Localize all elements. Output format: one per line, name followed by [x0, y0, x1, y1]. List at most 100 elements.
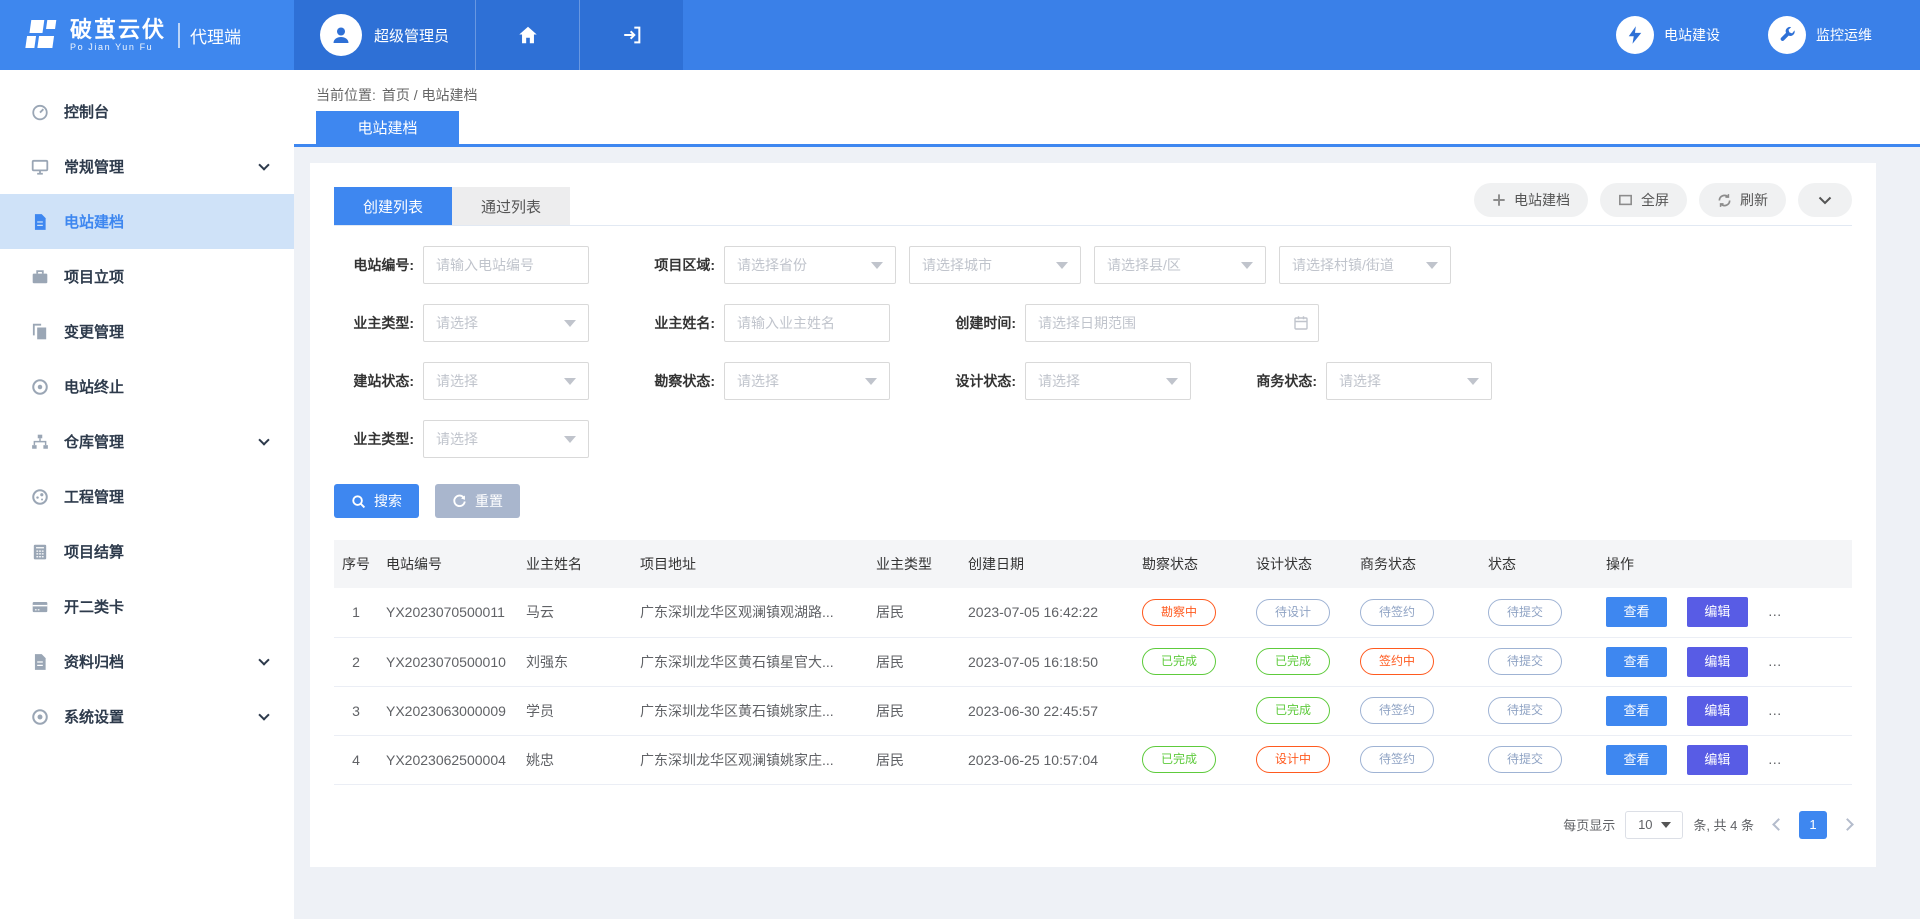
- sidebar: 控制台 常规管理 电站建档: [0, 70, 294, 919]
- status-badge: 待提交: [1488, 697, 1562, 724]
- design-status-label: 设计状态:: [936, 371, 1016, 391]
- view-button[interactable]: 查看: [1606, 745, 1667, 775]
- logout-icon: [621, 24, 643, 46]
- panel-head: 创建列表 通过列表 电站建档 全屏: [334, 183, 1852, 226]
- void-button[interactable]: 作废: [1768, 597, 1829, 627]
- refresh-icon: [1717, 193, 1732, 208]
- sidebar-item-project-initiation[interactable]: 项目立项: [0, 249, 294, 304]
- stop-circle-icon: [30, 377, 50, 397]
- quick-link-operations[interactable]: 监控运维: [1768, 16, 1872, 54]
- sidebar-item-general-management[interactable]: 常规管理: [0, 139, 294, 194]
- view-button[interactable]: 查看: [1606, 696, 1667, 726]
- next-page-button[interactable]: [1841, 818, 1854, 831]
- search-button[interactable]: 搜索: [334, 484, 419, 518]
- user-menu[interactable]: 超级管理员: [294, 0, 475, 70]
- build-status-select[interactable]: 请选择: [423, 362, 589, 400]
- view-button[interactable]: 查看: [1606, 647, 1667, 677]
- collapse-button[interactable]: [1798, 183, 1852, 217]
- city-select[interactable]: 请选择城市: [909, 246, 1081, 284]
- logout-button[interactable]: [579, 0, 683, 70]
- wrench-icon: [1768, 16, 1806, 54]
- page-number-button[interactable]: 1: [1799, 811, 1827, 839]
- chevron-down-icon: [1818, 196, 1832, 205]
- brand-text: 破茧云伏 Po Jian Yun Fu: [70, 18, 166, 52]
- edit-button[interactable]: 编辑: [1687, 597, 1748, 627]
- copy-icon: [30, 322, 50, 342]
- app-header: 破茧云伏 Po Jian Yun Fu 代理端 超级管理员: [0, 0, 1920, 70]
- refresh-button[interactable]: 刷新: [1699, 183, 1786, 217]
- edit-button[interactable]: 编辑: [1687, 696, 1748, 726]
- home-button[interactable]: [475, 0, 579, 70]
- sidebar-item-system-settings[interactable]: 系统设置: [0, 689, 294, 744]
- town-select[interactable]: 请选择村镇/街道: [1279, 246, 1451, 284]
- province-select[interactable]: 请选择省份: [724, 246, 896, 284]
- sidebar-item-station-termination[interactable]: 电站终止: [0, 359, 294, 414]
- sidebar-item-change-management[interactable]: 变更管理: [0, 304, 294, 359]
- station-code-input[interactable]: [423, 246, 589, 284]
- caret-down-icon: [1467, 378, 1479, 385]
- sidebar-item-console[interactable]: 控制台: [0, 84, 294, 139]
- document-icon: [30, 212, 50, 232]
- quick-link-construction[interactable]: 电站建设: [1616, 16, 1720, 54]
- status-badge: 待设计: [1256, 599, 1330, 626]
- breadcrumb-path: 首页 / 电站建档: [382, 85, 478, 105]
- table-row: 2 YX2023070500010 刘强东 广东深圳龙华区黄石镇星官大... 居…: [334, 637, 1852, 686]
- owner-name-input[interactable]: [724, 304, 890, 342]
- business-status-select[interactable]: 请选择: [1326, 362, 1492, 400]
- sidebar-item-open-class2-card[interactable]: 开二类卡: [0, 579, 294, 634]
- survey-status-label: 勘察状态:: [635, 371, 715, 391]
- user-name: 超级管理员: [374, 25, 449, 46]
- status-badge: 待签约: [1360, 697, 1434, 724]
- status-badge: 已完成: [1142, 746, 1216, 773]
- home-icon: [517, 24, 539, 46]
- caret-down-icon: [865, 378, 877, 385]
- edit-button[interactable]: 编辑: [1687, 745, 1748, 775]
- pagination: 每页显示 10 条, 共 4 条 1: [334, 811, 1852, 839]
- user-avatar[interactable]: [320, 14, 362, 56]
- prev-page-button[interactable]: [1772, 818, 1785, 831]
- void-button[interactable]: 作废: [1768, 647, 1829, 677]
- search-icon: [351, 494, 366, 509]
- survey-status-select[interactable]: 请选择: [724, 362, 890, 400]
- sidebar-item-project-settlement[interactable]: 项目结算: [0, 524, 294, 579]
- void-button[interactable]: 作废: [1768, 696, 1829, 726]
- sidebar-item-warehouse-management[interactable]: 仓库管理: [0, 414, 294, 469]
- brand-area: 破茧云伏 Po Jian Yun Fu 代理端: [0, 0, 294, 70]
- page-tab-station-filing[interactable]: 电站建档: [316, 111, 459, 144]
- status-badge: 已完成: [1142, 648, 1216, 675]
- total-count-text: 条, 共 4 条: [1693, 815, 1754, 834]
- create-station-button[interactable]: 电站建档: [1474, 183, 1588, 217]
- owner-type-select[interactable]: 请选择: [423, 304, 589, 342]
- chevron-down-icon: [258, 434, 269, 445]
- header-quick-links: 电站建设 监控运维: [1616, 0, 1920, 70]
- filter-form: 电站编号: 项目区域: 请选择省份 请选择城市: [334, 246, 1852, 518]
- chevron-down-icon: [258, 654, 269, 665]
- view-button[interactable]: 查看: [1606, 597, 1667, 627]
- brand-subtitle: Po Jian Yun Fu: [70, 42, 166, 52]
- void-button[interactable]: 作废: [1768, 745, 1829, 775]
- chevron-down-icon: [258, 709, 269, 720]
- per-page-select[interactable]: 10: [1625, 811, 1683, 839]
- fullscreen-icon: [1618, 193, 1633, 207]
- create-time-range-input[interactable]: [1025, 304, 1319, 342]
- edit-button[interactable]: 编辑: [1687, 647, 1748, 677]
- sidebar-item-engineering-management[interactable]: 工程管理: [0, 469, 294, 524]
- main-panel: 创建列表 通过列表 电站建档 全屏: [310, 163, 1876, 867]
- tab-create-list[interactable]: 创建列表: [334, 187, 452, 225]
- sidebar-item-data-archive[interactable]: 资料归档: [0, 634, 294, 689]
- owner-type-label: 业主类型:: [334, 313, 414, 333]
- status-badge: 勘察中: [1142, 599, 1216, 626]
- design-status-select[interactable]: 请选择: [1025, 362, 1191, 400]
- sidebar-item-station-filing[interactable]: 电站建档: [0, 194, 294, 249]
- station-table: 序号 电站编号 业主姓名 项目地址 业主类型 创建日期 勘察状态 设计状态 商务…: [334, 540, 1852, 785]
- county-select[interactable]: 请选择县/区: [1094, 246, 1266, 284]
- status-badge: 签约中: [1360, 648, 1434, 675]
- settings-icon: [30, 707, 50, 727]
- caret-down-icon: [1661, 822, 1671, 828]
- owner-type2-select[interactable]: 请选择: [423, 420, 589, 458]
- reset-button[interactable]: 重置: [435, 484, 520, 518]
- plus-icon: [1492, 193, 1506, 207]
- fullscreen-button[interactable]: 全屏: [1600, 183, 1687, 217]
- caret-down-icon: [564, 320, 576, 327]
- tab-passed-list[interactable]: 通过列表: [452, 187, 570, 225]
